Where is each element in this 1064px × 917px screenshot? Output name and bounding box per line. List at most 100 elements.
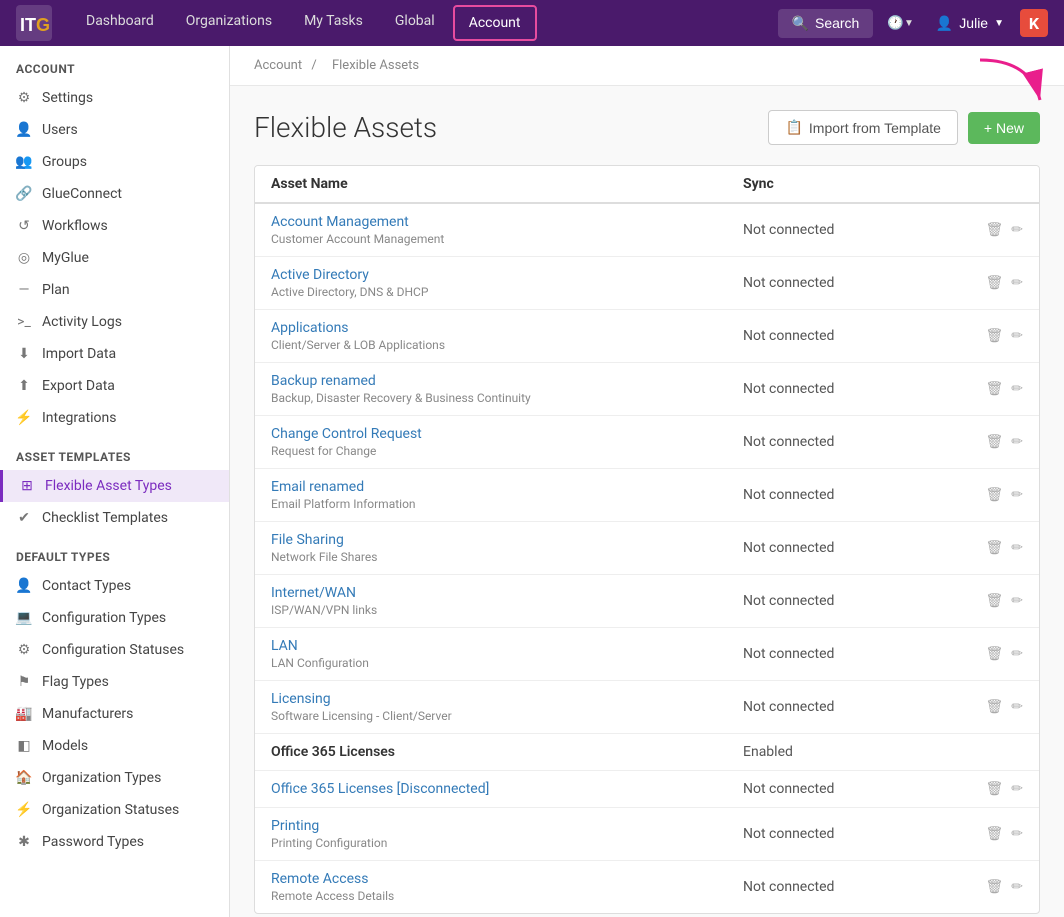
- asset-desc: Customer Account Management: [271, 232, 743, 246]
- edit-icon[interactable]: ✏: [1011, 646, 1023, 662]
- delete-icon[interactable]: 🗑: [985, 222, 1003, 238]
- asset-name-link[interactable]: Printing: [271, 818, 743, 834]
- delete-icon[interactable]: 🗑: [985, 593, 1003, 609]
- asset-name-link[interactable]: Applications: [271, 320, 743, 336]
- import-template-button[interactable]: 📋 Import from Template: [768, 110, 957, 145]
- nav-link-global[interactable]: Global: [381, 5, 449, 41]
- asset-name-link[interactable]: Backup renamed: [271, 373, 743, 389]
- sync-status: Not connected: [743, 540, 943, 556]
- delete-icon[interactable]: 🗑: [985, 434, 1003, 450]
- config-status-icon: ⚙: [16, 642, 32, 658]
- sidebar-item-manufacturers[interactable]: 🏭 Manufacturers: [0, 698, 229, 730]
- edit-icon[interactable]: ✏: [1011, 781, 1023, 797]
- sidebar-item-flexible-asset-types[interactable]: ⊞ Flexible Asset Types: [0, 470, 229, 502]
- sidebar-item-configuration-types[interactable]: 💻 Configuration Types: [0, 602, 229, 634]
- table-header: Asset Name Sync: [255, 166, 1039, 204]
- edit-icon[interactable]: ✏: [1011, 540, 1023, 556]
- asset-name-link[interactable]: Change Control Request: [271, 426, 743, 442]
- table-row: Change Control Request Request for Chang…: [255, 416, 1039, 469]
- new-button[interactable]: + New: [968, 112, 1040, 144]
- sidebar-item-export-data[interactable]: ⬆ Export Data: [0, 370, 229, 402]
- gear-icon: ⚙: [16, 90, 32, 106]
- delete-icon[interactable]: 🗑: [985, 781, 1003, 797]
- sidebar-item-organization-statuses[interactable]: ⚡ Organization Statuses: [0, 794, 229, 826]
- sync-status: Not connected: [743, 487, 943, 503]
- delete-icon[interactable]: 🗑: [985, 646, 1003, 662]
- sidebar-item-contact-types[interactable]: 👤 Contact Types: [0, 570, 229, 602]
- model-icon: ◧: [16, 738, 32, 754]
- delete-icon[interactable]: 🗑: [985, 540, 1003, 556]
- sidebar-item-myglue[interactable]: ◎ MyGlue: [0, 242, 229, 274]
- nav-link-organizations[interactable]: Organizations: [172, 5, 286, 41]
- chevron-down-icon: ▼: [904, 18, 914, 29]
- nav-link-my-tasks[interactable]: My Tasks: [290, 5, 377, 41]
- col-asset-name: Asset Name: [271, 176, 743, 192]
- sidebar-item-users[interactable]: 👤 Users: [0, 114, 229, 146]
- nav-link-account[interactable]: Account: [453, 5, 537, 41]
- edit-icon[interactable]: ✏: [1011, 699, 1023, 715]
- nav-link-dashboard[interactable]: Dashboard: [72, 5, 168, 41]
- asset-name-link[interactable]: Office 365 Licenses [Disconnected]: [271, 781, 743, 797]
- asset-name-link[interactable]: Internet/WAN: [271, 585, 743, 601]
- logo[interactable]: IT G: [16, 5, 52, 41]
- breadcrumb-root[interactable]: Account: [254, 58, 302, 73]
- sidebar-item-organization-types[interactable]: 🏠 Organization Types: [0, 762, 229, 794]
- table-row: Remote Access Remote Access Details Not …: [255, 861, 1039, 913]
- history-button[interactable]: 🕐 ▼: [881, 9, 920, 37]
- asset-desc: Software Licensing - Client/Server: [271, 709, 743, 723]
- sidebar-item-glueconnect[interactable]: 🔗 GlueConnect: [0, 178, 229, 210]
- new-label: + New: [984, 120, 1024, 136]
- asset-name-link[interactable]: Licensing: [271, 691, 743, 707]
- search-button[interactable]: 🔍 Search: [778, 9, 874, 38]
- asset-name-link[interactable]: LAN: [271, 638, 743, 654]
- edit-icon[interactable]: ✏: [1011, 328, 1023, 344]
- asset-name-link[interactable]: Account Management: [271, 214, 743, 230]
- asset-name-link[interactable]: File Sharing: [271, 532, 743, 548]
- breadcrumb-separator: /: [311, 58, 316, 73]
- sidebar-item-settings[interactable]: ⚙ Settings: [0, 82, 229, 114]
- asset-name-link[interactable]: Active Directory: [271, 267, 743, 283]
- asset-name-link[interactable]: Remote Access: [271, 871, 743, 887]
- delete-icon[interactable]: 🗑: [985, 381, 1003, 397]
- sidebar-item-password-types[interactable]: ✱ Password Types: [0, 826, 229, 858]
- nav-links: DashboardOrganizationsMy TasksGlobalAcco…: [72, 5, 778, 41]
- sync-status: Not connected: [743, 781, 943, 797]
- sidebar-item-integrations[interactable]: ⚡ Integrations: [0, 402, 229, 434]
- main-content: Account / Flexible Assets Flexible Asset…: [230, 46, 1064, 917]
- edit-icon[interactable]: ✏: [1011, 879, 1023, 895]
- edit-icon[interactable]: ✏: [1011, 434, 1023, 450]
- edit-icon[interactable]: ✏: [1011, 593, 1023, 609]
- delete-icon[interactable]: 🗑: [985, 275, 1003, 291]
- delete-icon[interactable]: 🗑: [985, 699, 1003, 715]
- sidebar-item-activity-logs[interactable]: >_ Activity Logs: [0, 306, 229, 338]
- sidebar-item-flag-types[interactable]: ⚑ Flag Types: [0, 666, 229, 698]
- edit-icon[interactable]: ✏: [1011, 275, 1023, 291]
- sidebar-item-workflows[interactable]: ↺ Workflows: [0, 210, 229, 242]
- page-title: Flexible Assets: [254, 111, 437, 144]
- sync-status: Enabled: [743, 744, 943, 760]
- sync-status: Not connected: [743, 275, 943, 291]
- flag-icon: ⚑: [16, 674, 32, 690]
- sidebar-label-organization-statuses: Organization Statuses: [42, 802, 179, 818]
- delete-icon[interactable]: 🗑: [985, 328, 1003, 344]
- row-actions: 🗑 ✏: [943, 699, 1023, 715]
- sidebar-item-plan[interactable]: — Plan: [0, 274, 229, 306]
- delete-icon[interactable]: 🗑: [985, 879, 1003, 895]
- sidebar-item-groups[interactable]: 👥 Groups: [0, 146, 229, 178]
- sidebar-item-import-data[interactable]: ⬇ Import Data: [0, 338, 229, 370]
- edit-icon[interactable]: ✏: [1011, 381, 1023, 397]
- edit-icon[interactable]: ✏: [1011, 222, 1023, 238]
- sidebar-asset-template-items: ⊞ Flexible Asset Types ✔ Checklist Templ…: [0, 470, 229, 534]
- user-button[interactable]: 👤 Julie ▼: [928, 11, 1012, 36]
- asset-name-link[interactable]: Email renamed: [271, 479, 743, 495]
- sidebar-item-configuration-statuses[interactable]: ⚙ Configuration Statuses: [0, 634, 229, 666]
- org-status-icon: ⚡: [16, 802, 32, 818]
- edit-icon[interactable]: ✏: [1011, 826, 1023, 842]
- delete-icon[interactable]: 🗑: [985, 826, 1003, 842]
- edit-icon[interactable]: ✏: [1011, 487, 1023, 503]
- sidebar-item-models[interactable]: ◧ Models: [0, 730, 229, 762]
- avatar[interactable]: K: [1020, 9, 1048, 37]
- delete-icon[interactable]: 🗑: [985, 487, 1003, 503]
- sidebar-item-checklist-templates[interactable]: ✔ Checklist Templates: [0, 502, 229, 534]
- sidebar-account-items: ⚙ Settings 👤 Users 👥 Groups 🔗 GlueConnec…: [0, 82, 229, 434]
